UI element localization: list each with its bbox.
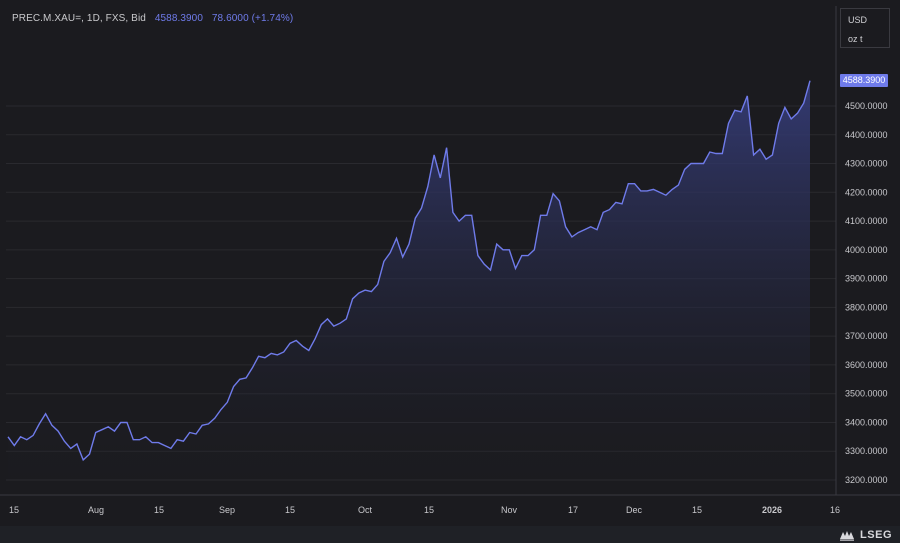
y-tick-label: 4500.0000 [845,101,888,111]
legend-change: 78.6000 (+1.74%) [211,13,294,24]
y-tick-label: 4000.0000 [845,245,888,255]
x-tick-label: Aug [88,505,104,515]
y-tick-label: 4100.0000 [845,216,888,226]
x-tick-label: 15 [424,505,434,515]
chart-panel[interactable]: 3200.0000 3300.0000 3400.0000 3500.0000 3600… [0,0,900,543]
x-tick-label: Sep [219,505,235,515]
y-tick-label: 3500.0000 [845,389,888,399]
chart-legend: PREC.M.XAU=, 1D, FXS, Bid 4588.3900 78.6… [12,13,293,24]
x-tick-label: Dec [626,505,643,515]
price-area-fill [8,80,810,495]
y-tick-label: 3700.0000 [845,331,888,341]
x-tick-label: 15 [285,505,295,515]
x-tick-label: 15 [9,505,19,515]
unit-label: oz t [848,34,863,44]
y-tick-label: 3900.0000 [845,274,888,284]
y-axis-labels: 3200.0000 3300.0000 3400.0000 3500.0000 3600… [845,101,888,485]
currency-label: USD [848,15,868,25]
legend-last-value: 4588.3900 [154,13,203,24]
y-tick-label: 3200.0000 [845,475,888,485]
y-tick-label: 3600.0000 [845,360,888,370]
x-tick-label: Oct [358,505,373,515]
x-tick-label: 15 [154,505,164,515]
y-tick-label: 4400.0000 [845,130,888,140]
footer-bar [0,526,900,543]
y-tick-label: 4300.0000 [845,159,888,169]
x-axis-labels: 15 Aug 15 Sep 15 Oct 15 Nov 17 Dec 15 2026 16 [9,505,840,515]
last-price-marker: 4588.3900 [840,74,888,88]
legend-symbol: PREC.M.XAU=, 1D, FXS, Bid [12,13,146,24]
y-tick-label: 3400.0000 [845,417,888,427]
y-tick-label: 3300.0000 [845,446,888,456]
x-tick-label: 2026 [762,505,782,515]
x-tick-label: 17 [568,505,578,515]
brand: LSEG [839,527,892,543]
x-tick-label: Nov [501,505,518,515]
lseg-logo-icon [840,531,855,541]
x-tick-label: 16 [830,505,840,515]
x-tick-label: 15 [692,505,702,515]
y-tick-label: 3800.0000 [845,302,888,312]
y-tick-label: 4200.0000 [845,187,888,197]
brand-name: LSEG [860,529,892,541]
unit-selector[interactable]: USD oz t [840,8,890,48]
price-chart[interactable]: 3200.0000 3300.0000 3400.0000 3500.0000 3600… [0,0,900,543]
